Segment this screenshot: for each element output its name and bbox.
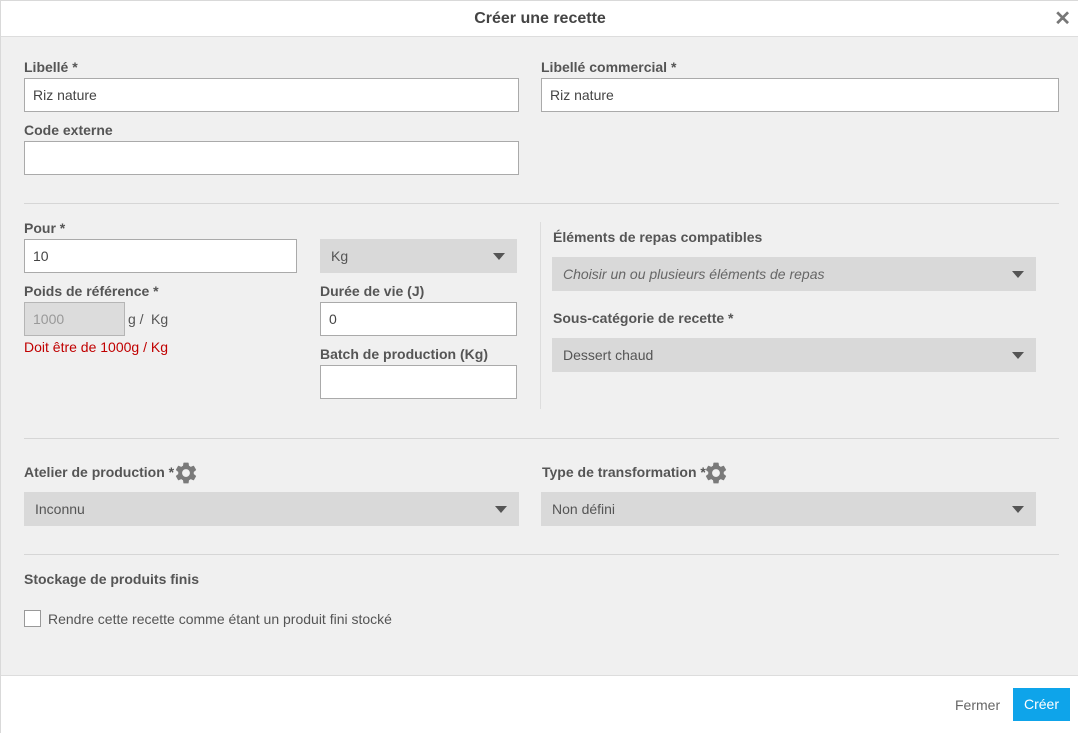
atelier-value: Inconnu [35,501,85,517]
atelier-label: Atelier de production * [24,464,175,480]
sous-categorie-select[interactable]: Dessert chaud [552,338,1036,372]
gear-icon[interactable] [173,460,199,486]
pour-label: Pour * [24,220,66,236]
poids-error-message: Doit être de 1000g / Kg [24,339,168,355]
stocked-product-label[interactable]: Rendre cette recette comme étant un prod… [48,611,392,627]
libelle-input[interactable] [24,78,519,112]
code-externe-label: Code externe [24,122,113,138]
duree-vie-label: Durée de vie (J) [320,283,425,299]
elements-repas-label: Éléments de repas compatibles [553,229,763,245]
poids-reference-label: Poids de référence * [24,283,159,299]
create-recipe-dialog: Créer une recette ✕ Libellé * Libellé co… [0,0,1078,734]
chevron-down-icon [1012,352,1024,359]
sous-categorie-value: Dessert chaud [563,347,654,363]
elements-repas-placeholder: Choisir un ou plusieurs éléments de repa… [563,266,825,282]
batch-production-input[interactable] [320,365,517,399]
duree-vie-input[interactable] [320,302,517,336]
pour-input[interactable] [24,239,297,273]
transformation-label: Type de transformation * [542,464,706,480]
poids-unit-g: g / [128,311,144,327]
transformation-select[interactable]: Non défini [541,492,1036,526]
gear-icon[interactable] [703,460,729,486]
create-button[interactable]: Créer [1013,688,1070,721]
dialog-footer: Fermer Créer [1,675,1078,734]
chevron-down-icon [1012,506,1024,513]
stockage-title: Stockage de produits finis [24,571,200,587]
divider [24,438,1059,439]
pour-unit-select[interactable]: Kg [320,239,517,273]
close-button[interactable]: Fermer [955,697,1000,713]
code-externe-input[interactable] [24,141,519,175]
chevron-down-icon [1012,271,1024,278]
dialog-title: Créer une recette [474,10,606,27]
poids-reference-input [24,302,125,336]
libelle-label: Libellé * [24,59,78,75]
libelle-commercial-input[interactable] [541,78,1059,112]
batch-production-label: Batch de production (Kg) [320,346,488,362]
dialog-header: Créer une recette ✕ [1,1,1078,37]
transformation-value: Non défini [552,501,616,517]
divider [24,554,1059,555]
vertical-divider [540,222,541,409]
sous-categorie-label: Sous-catégorie de recette * [553,310,734,326]
chevron-down-icon [495,506,507,513]
poids-unit-kg: Kg [151,311,169,327]
libelle-commercial-label: Libellé commercial * [541,59,677,75]
pour-unit-value: Kg [331,248,349,264]
chevron-down-icon [493,253,505,260]
close-icon[interactable]: ✕ [1054,7,1071,31]
dialog-body: Libellé * Libellé commercial * Code exte… [1,37,1078,675]
elements-repas-select[interactable]: Choisir un ou plusieurs éléments de repa… [552,257,1036,291]
atelier-select[interactable]: Inconnu [24,492,519,526]
divider [24,203,1059,204]
stocked-product-checkbox[interactable] [24,610,41,627]
